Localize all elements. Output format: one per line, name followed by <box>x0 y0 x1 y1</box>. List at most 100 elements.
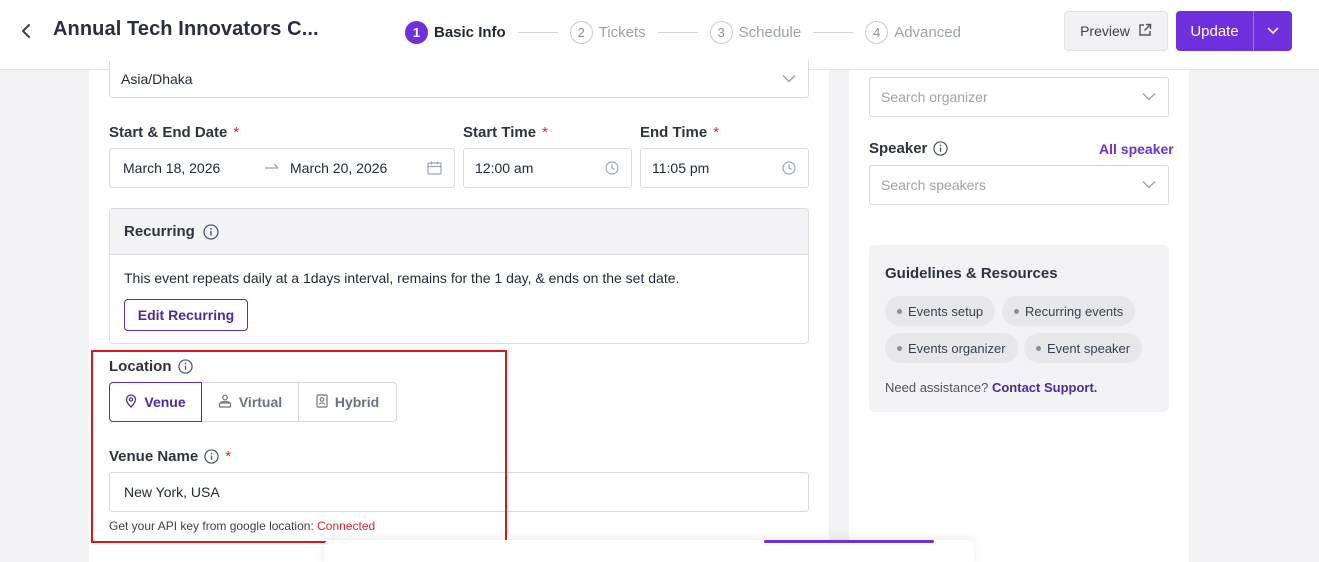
hybrid-badge-icon <box>316 393 328 411</box>
step-label: Basic Info <box>434 23 506 41</box>
chip-recurring-events[interactable]: Recurring events <box>1002 296 1136 326</box>
organizer-search-select[interactable]: Search organizer <box>869 77 1169 117</box>
start-time-label: Start Time * <box>463 124 548 141</box>
chevron-down-icon <box>782 74 796 83</box>
info-icon[interactable] <box>177 359 193 374</box>
location-virtual-option[interactable]: Virtual <box>201 382 299 422</box>
speaker-search-select[interactable]: Search speakers <box>869 165 1169 205</box>
external-link-icon <box>1138 23 1152 40</box>
step-number: 1 <box>405 20 428 44</box>
venue-name-label: Venue Name * <box>109 448 231 465</box>
edit-recurring-button[interactable]: Edit Recurring <box>124 299 248 331</box>
chip-events-setup[interactable]: Events setup <box>885 296 996 326</box>
contact-support-link[interactable]: Contact Support. <box>992 380 1097 395</box>
chip-label: Events organizer <box>908 340 1006 356</box>
step-tickets[interactable]: 2 Tickets <box>569 20 646 44</box>
assistance-line: Need assistance? Contact Support. <box>885 380 1097 395</box>
accent-bar <box>764 540 934 543</box>
end-time-label-text: End Time <box>640 124 708 141</box>
bullet-dot <box>1036 345 1041 351</box>
clock-icon <box>605 161 619 175</box>
chevron-down-icon <box>1142 93 1156 102</box>
hybrid-option-label: Hybrid <box>334 394 380 410</box>
map-pin-icon <box>125 393 137 411</box>
step-label: Schedule <box>738 23 802 41</box>
page-title: Annual Tech Innovators C... <box>53 18 319 40</box>
recurring-section: Recurring This event repeats daily at a … <box>109 208 809 344</box>
update-label: Update <box>1190 22 1239 40</box>
location-label-text: Location <box>109 358 172 375</box>
api-key-hint-text: Get your API key from google location: <box>109 519 314 533</box>
chevron-down-icon <box>1142 181 1156 190</box>
floating-bottom-card <box>324 540 974 562</box>
venue-name-value: New York, USA <box>124 484 220 500</box>
virtual-option-label: Virtual <box>238 394 283 410</box>
recurring-title: Recurring <box>124 223 195 240</box>
clock-icon <box>782 161 796 175</box>
start-time-label-text: Start Time <box>463 124 537 141</box>
chip-events-organizer[interactable]: Events organizer <box>885 333 1018 363</box>
chip-event-speaker[interactable]: Event speaker <box>1024 333 1143 363</box>
required-mark: * <box>713 124 720 141</box>
preview-button[interactable]: Preview <box>1064 11 1168 51</box>
virtual-user-icon <box>218 394 232 411</box>
timezone-value: Asia/Dhaka <box>121 70 193 87</box>
arrow-right-icon <box>264 161 280 178</box>
required-mark: * <box>225 448 232 465</box>
recurring-header: Recurring <box>110 209 808 255</box>
speaker-placeholder: Search speakers <box>881 177 987 193</box>
required-mark: * <box>233 124 240 141</box>
bullet-dot <box>1014 308 1019 314</box>
end-date-value: March 20, 2026 <box>290 160 388 176</box>
info-icon[interactable] <box>204 449 219 464</box>
location-venue-option[interactable]: Venue <box>109 382 202 422</box>
step-number: 2 <box>569 20 593 44</box>
speaker-label: Speaker <box>869 140 949 157</box>
step-label: Advanced <box>894 23 961 41</box>
venue-name-label-text: Venue Name <box>109 448 199 465</box>
venue-option-label: Venue <box>144 394 186 410</box>
step-number: 4 <box>865 20 889 44</box>
step-progress: 1 Basic Info 2 Tickets 3 Schedule 4 Adva… <box>405 19 961 45</box>
bullet-dot <box>897 345 902 351</box>
venue-name-input[interactable]: New York, USA <box>109 472 809 512</box>
connection-status: Connected <box>317 519 376 533</box>
chip-label: Recurring events <box>1025 303 1124 319</box>
all-speaker-link[interactable]: All speaker <box>1099 141 1174 157</box>
assist-text: Need assistance? <box>885 380 989 395</box>
location-label: Location <box>109 358 193 375</box>
location-type-toggle: Venue Virtual Hybrid <box>109 382 397 422</box>
api-key-hint: Get your API key from google location: C… <box>109 519 375 533</box>
location-hybrid-option[interactable]: Hybrid <box>298 382 397 422</box>
back-arrow-icon[interactable] <box>14 18 38 44</box>
start-date-value: March 18, 2026 <box>123 160 221 176</box>
step-label: Tickets <box>598 23 646 41</box>
step-advanced[interactable]: 4 Advanced <box>865 20 961 44</box>
step-connector <box>657 31 698 33</box>
step-number: 3 <box>709 20 733 44</box>
date-label: Start & End Date * <box>109 124 239 141</box>
date-range-picker[interactable]: March 18, 2026 March 20, 2026 <box>109 148 455 188</box>
info-icon[interactable] <box>203 223 219 240</box>
required-mark: * <box>542 124 548 141</box>
step-connector <box>517 31 558 33</box>
end-time-picker[interactable]: 11:05 pm <box>640 148 809 188</box>
chip-label: Event speaker <box>1047 340 1131 356</box>
speaker-label-text: Speaker <box>869 140 928 157</box>
guidelines-title: Guidelines & Resources <box>885 265 1058 282</box>
step-basic-info[interactable]: 1 Basic Info <box>405 20 506 44</box>
date-label-text: Start & End Date <box>109 124 228 141</box>
bullet-dot <box>897 308 902 314</box>
calendar-icon <box>427 161 442 176</box>
start-time-picker[interactable]: 12:00 am <box>463 148 632 188</box>
update-button[interactable]: Update <box>1176 11 1292 51</box>
chip-label: Events setup <box>908 303 984 319</box>
step-connector <box>813 31 854 33</box>
timezone-select[interactable]: Asia/Dhaka <box>109 59 809 98</box>
preview-label: Preview <box>1080 23 1130 39</box>
end-time-label: End Time * <box>640 124 719 141</box>
step-schedule[interactable]: 3 Schedule <box>709 20 802 44</box>
info-icon[interactable] <box>933 141 949 156</box>
end-time-value: 11:05 pm <box>652 160 710 176</box>
chevron-down-icon[interactable] <box>1254 27 1292 35</box>
